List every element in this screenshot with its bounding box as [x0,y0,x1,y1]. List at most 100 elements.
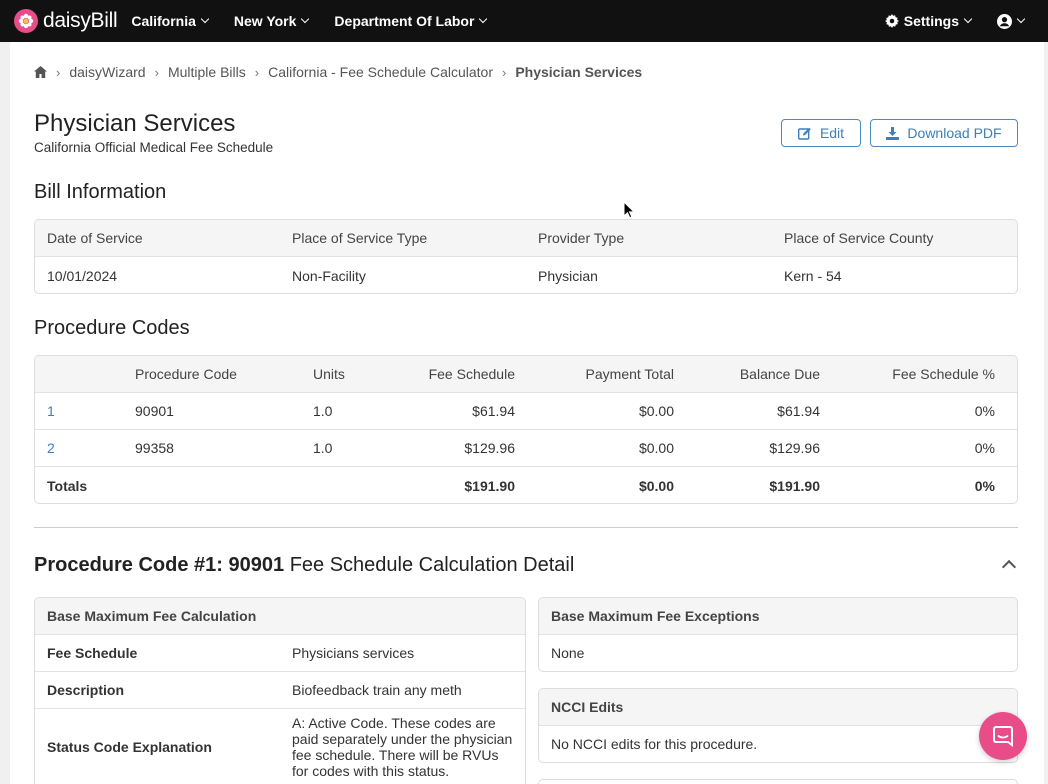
payment-total: $0.00 [638,440,674,456]
line-number-link[interactable]: 2 [35,440,123,456]
chevron-right-icon: › [56,64,61,80]
column-header: Place of Service County [784,230,934,246]
detail-heading: Procedure Code #1: 90901 Fee Schedule Ca… [34,554,574,577]
total-payment: $0.00 [638,477,674,494]
total-fee-schedule: $191.90 [464,477,515,494]
column-header: Payment Total [585,366,674,382]
chat-launcher-button[interactable] [979,712,1027,760]
breadcrumb-current: Physician Services [515,64,643,80]
kv-row: Description Biofeedback train any meth [35,672,525,709]
column-header: Procedure Code [135,366,237,382]
kv-value: A: Active Code. These codes are paid sep… [292,715,513,779]
base-fee-exceptions-card: Base Maximum Fee Exceptions None [538,597,1018,672]
totals-label: Totals [47,477,88,494]
base-fee-calculation-card: Base Maximum Fee Calculation Fee Schedul… [34,597,526,784]
breadcrumb-multiple-bills[interactable]: Multiple Bills [168,64,246,80]
kv-value: Biofeedback train any meth [292,682,462,698]
column-header: Fee Schedule % [892,366,995,382]
main-content: › daisyWizard › Multiple Bills › Califor… [10,42,1044,784]
chat-icon [993,726,1013,747]
page-title: Physician Services [34,110,236,137]
nav-department-of-labor[interactable]: Department Of Labor [334,13,488,29]
mouse-cursor-icon [623,201,635,219]
chevron-down-icon [479,14,488,24]
column-header: Units [313,366,345,382]
total-fee-schedule-percent: 0% [974,477,995,494]
ncci-edits-card: NCCI Edits No NCCI edits for this proced… [538,688,1018,763]
column-header: Date of Service [47,230,143,246]
fee-schedule: $129.96 [464,440,515,456]
procedure-codes-table: Procedure Code Units Fee Schedule Paymen… [34,355,1018,504]
fee-schedule: $61.94 [472,403,515,419]
download-icon [886,126,900,140]
nav-dol-label: Department Of Labor [334,13,475,29]
breadcrumb: › daisyWizard › Multiple Bills › Califor… [34,64,642,80]
home-icon[interactable] [34,66,47,78]
logo-text: daisyBill [43,9,118,32]
page-subtitle: California Official Medical Fee Schedule [34,140,274,155]
nav-california-label: California [131,13,196,29]
gear-icon [884,14,899,28]
settings-label: Settings [903,13,959,29]
place-of-service-type: Non-Facility [292,267,366,284]
breadcrumb-daisywizard[interactable]: daisyWizard [69,64,145,80]
nav-california[interactable]: California [131,13,210,29]
balance-due: $61.94 [777,403,820,419]
kv-key: Description [47,682,125,698]
download-pdf-label: Download PDF [907,125,1002,141]
kv-key: Status Code Explanation [47,739,212,755]
card-header: Base Maximum Fee Exceptions [539,598,1017,635]
edit-icon [797,127,811,140]
detail-heading-code: Procedure Code #1: 90901 [34,554,285,576]
kv-value: Physicians services [292,645,415,661]
procedure-codes-heading: Procedure Codes [34,317,190,339]
daisy-logo-icon [14,9,38,33]
units: 1.0 [313,440,333,456]
chevron-down-icon [963,14,973,24]
download-pdf-button[interactable]: Download PDF [870,119,1018,147]
provider-type: Physician [538,267,598,284]
table-row: 1 90901 1.0 $61.94 $0.00 $61.94 0% [35,393,1017,430]
nav-new-york[interactable]: New York [233,13,310,29]
payment-total: $0.00 [638,403,674,419]
app-frame: daisyBill California New York Department… [0,0,1048,784]
edit-label: Edit [819,125,845,141]
detail-heading-text: Fee Schedule Calculation Detail [289,554,575,576]
logo[interactable]: daisyBill [14,9,118,33]
chevron-right-icon: › [154,64,159,80]
top-navbar: daisyBill California New York Department… [0,0,1048,42]
chevron-down-icon [301,14,310,24]
edit-button[interactable]: Edit [781,119,861,147]
user-icon [997,13,1012,29]
units: 1.0 [313,403,333,419]
settings-menu[interactable]: Settings [884,13,973,29]
collapse-chevron-up-icon[interactable] [1001,559,1017,575]
chevron-down-icon [200,14,210,24]
column-header: Fee Schedule [428,366,515,382]
card-header: NCCI Edits [539,689,1017,726]
section-divider [34,527,1018,528]
kv-row: Fee Schedule Physicians services [35,635,525,672]
totals-row: Totals $191.90 $0.00 $191.90 0% [35,467,1017,503]
card-body: No NCCI edits for this procedure. [551,736,758,752]
procedure-code: 99358 [135,440,174,456]
table-row: 10/01/2024 Non-Facility Physician Kern -… [35,257,1017,293]
chevron-down-icon [1016,14,1026,24]
card-body: None [551,645,585,661]
next-card [538,779,1018,784]
nav-new-york-label: New York [233,13,297,29]
breadcrumb-fee-calculator[interactable]: California - Fee Schedule Calculator [268,64,493,80]
chevron-right-icon: › [254,64,260,80]
place-of-service-county: Kern - 54 [784,267,842,284]
balance-due: $129.96 [769,440,820,456]
column-header: Provider Type [538,230,625,246]
fee-schedule-percent: 0% [974,440,995,456]
line-number-link[interactable]: 1 [35,403,123,419]
kv-key: Fee Schedule [47,645,138,661]
card-header: Base Maximum Fee Calculation [35,598,525,635]
bill-information-table: Date of Service Place of Service Type Pr… [34,219,1018,294]
date-of-service: 10/01/2024 [47,267,118,284]
table-header-row: Date of Service Place of Service Type Pr… [35,220,1017,257]
column-header: Place of Service Type [292,230,428,246]
user-menu[interactable] [997,13,1026,29]
